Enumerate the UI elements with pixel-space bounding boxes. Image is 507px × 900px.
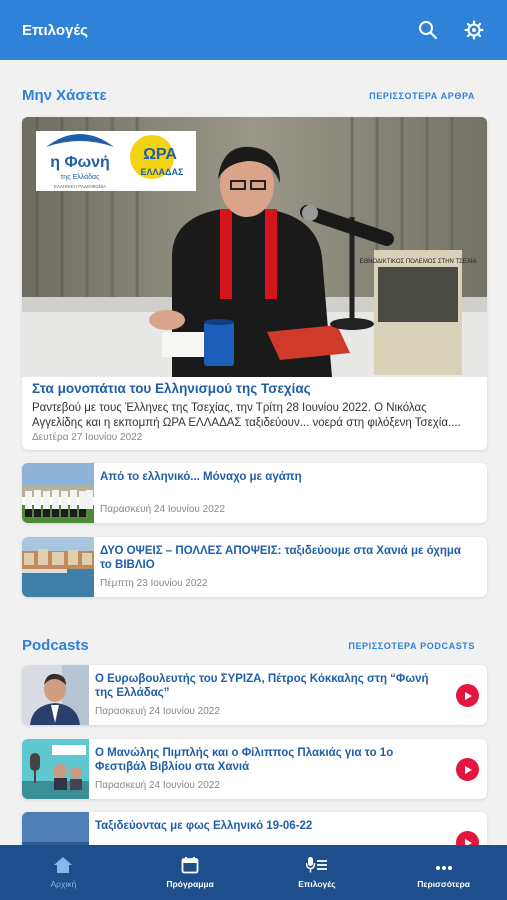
article-thumbnail [22, 537, 94, 597]
article-list-item[interactable]: ΔΥΟ ΟΨΕΙΣ – ΠΟΛΛΕΣ ΑΠΟΨΕΙΣ: ταξιδεύουμε … [22, 537, 487, 597]
podcast-date: Παρασκευή 24 Ιουνίου 2022 [95, 706, 220, 717]
play-button[interactable] [456, 684, 479, 707]
nav-label-more: Περισσότερα [417, 879, 470, 889]
article-date: Πέμπτη 23 Ιουνίου 2022 [100, 578, 208, 589]
podcasts-section-header: Podcasts ΠΕΡΙΣΣΟΤΕΡΑ PODCASTS [22, 637, 475, 654]
more-articles-link[interactable]: ΠΕΡΙΣΣΟΤΕΡΑ ΑΡΘΡΑ [369, 91, 475, 101]
nav-item-home[interactable]: Αρχική [0, 845, 127, 900]
play-button[interactable] [456, 758, 479, 781]
bottom-navigation: Αρχική Πρόγραμμα Επιλογές Περισσότερα [0, 845, 507, 900]
play-button[interactable] [456, 831, 479, 845]
main-content[interactable]: Μην Χάσετε ΠΕΡΙΣΣΟΤΕΡΑ ΑΡΘΡΑ ΕΘΝΟΔΙΚΤΙΚΟ… [0, 60, 507, 845]
hero-article-title[interactable]: Στα μονοπάτια του Ελληνισμού της Τσεχίας [32, 381, 477, 396]
book-cover-text: ΕΘΝΟΔΙΚΤΙΚΟΣ ΠΟΛΕΜΟΣ ΣΤΗΝ ΤΣΕΧΙΑ [360, 259, 477, 265]
app-bar-title: Επιλογές [22, 21, 88, 39]
podcast-list-item[interactable]: Ο Ευρωβουλευτής του ΣΥΡΙΖΑ, Πέτρος Κόκκα… [22, 665, 487, 725]
play-icon [464, 838, 472, 845]
play-icon [464, 765, 472, 774]
featured-section-title: Μην Χάσετε [22, 87, 107, 104]
podcast-title: Ταξιδεύοντας με φως Ελληνικό 19-06-22 [95, 820, 313, 832]
hero-article-summary: Ραντεβού με τους Έλληνες της Τσεχίας, τη… [32, 402, 461, 429]
nav-label-schedule: Πρόγραμμα [166, 879, 214, 889]
nav-item-more[interactable]: Περισσότερα [380, 845, 507, 900]
logo-text-4: ΩΡΑ [143, 146, 177, 163]
gear-icon[interactable] [463, 19, 485, 41]
play-icon [464, 691, 472, 700]
app-bar: Επιλογές [0, 0, 507, 60]
home-icon [54, 857, 73, 873]
more-podcasts-link[interactable]: ΠΕΡΙΣΣΟΤΕΡΑ PODCASTS [348, 641, 475, 651]
nav-item-options[interactable]: Επιλογές [254, 845, 381, 900]
article-title: Από το ελληνικό... Μόναχο με αγάπη [100, 471, 302, 483]
logo-text-1: η Φωνή [50, 154, 110, 171]
logo-text-5: ΕΛΛΑΔΑΣ [141, 167, 184, 177]
podcast-thumbnail [22, 665, 89, 725]
mic-list-icon [305, 857, 327, 873]
podcast-thumbnail [22, 812, 89, 845]
hero-article-date: Δευτέρα 27 Ιουνίου 2022 [32, 432, 143, 443]
podcasts-section-title: Podcasts [22, 637, 89, 654]
podcast-title: Ο Μανώλης Πιμπλής και ο Φίλιππος Πλακιάς… [95, 747, 394, 773]
search-icon[interactable] [417, 19, 439, 41]
article-thumbnail [22, 463, 94, 523]
hero-article-image: ΕΘΝΟΔΙΚΤΙΚΟΣ ΠΟΛΕΜΟΣ ΣΤΗΝ ΤΣΕΧΙΑ η Φωνή … [22, 117, 487, 377]
podcast-thumbnail [22, 739, 89, 799]
podcast-list-item[interactable]: Ταξιδεύοντας με φως Ελληνικό 19-06-22 [22, 812, 487, 845]
logo-text-2: της Ελλάδας [61, 173, 101, 181]
podcast-list-item[interactable]: Ο Μανώλης Πιμπλής και ο Φίλιππος Πλακιάς… [22, 739, 487, 799]
more-icon [435, 866, 452, 870]
calendar-icon [181, 857, 199, 874]
article-date: Παρασκευή 24 Ιουνίου 2022 [100, 504, 225, 515]
nav-label-home: Αρχική [50, 879, 77, 889]
nav-label-options: Επιλογές [298, 879, 336, 889]
article-list-item[interactable]: Από το ελληνικό... Μόναχο με αγάπη Παρασ… [22, 463, 487, 523]
nav-item-schedule[interactable]: Πρόγραμμα [127, 845, 254, 900]
podcast-title: Ο Ευρωβουλευτής του ΣΥΡΙΖΑ, Πέτρος Κόκκα… [95, 673, 429, 699]
featured-section-header: Μην Χάσετε ΠΕΡΙΣΣΟΤΕΡΑ ΑΡΘΡΑ [22, 87, 475, 104]
logo-text-3: ΕΛΛΗΝΙΚΗ ΡΑΔΙΟΦΩΝΙΑ [54, 184, 106, 189]
podcast-date: Παρασκευή 24 Ιουνίου 2022 [95, 780, 220, 791]
hero-article-card[interactable]: ΕΘΝΟΔΙΚΤΙΚΟΣ ΠΟΛΕΜΟΣ ΣΤΗΝ ΤΣΕΧΙΑ η Φωνή … [22, 117, 487, 450]
article-title: ΔΥΟ ΟΨΕΙΣ – ΠΟΛΛΕΣ ΑΠΟΨΕΙΣ: ταξιδεύουμε … [100, 545, 461, 571]
